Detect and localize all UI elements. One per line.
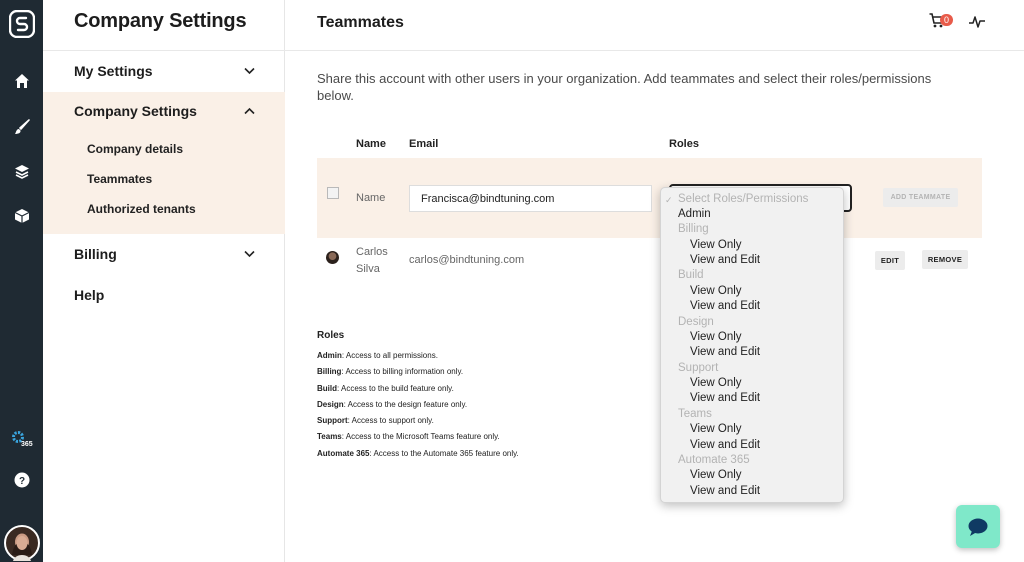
header-divider bbox=[285, 50, 1024, 51]
role-name: Teams bbox=[317, 432, 342, 442]
dropdown-group-design: Design bbox=[678, 316, 714, 328]
column-header-roles: Roles bbox=[669, 138, 699, 150]
layers-icon[interactable] bbox=[0, 164, 43, 180]
role-description: : Access to the design feature only. bbox=[343, 399, 468, 409]
teammate-email: carlos@bindtuning.com bbox=[409, 254, 525, 266]
sidebar-item-billing[interactable]: Billing bbox=[43, 243, 285, 265]
sidebar-subitem-teammates[interactable]: Teammates bbox=[87, 172, 152, 186]
broken-image-icon bbox=[327, 187, 339, 199]
sidebar-item-company-settings[interactable]: Company Settings bbox=[43, 100, 285, 122]
dropdown-group-teams: Teams bbox=[678, 408, 712, 420]
roles-legend-item: Automate 365: Access to the Automate 365… bbox=[317, 446, 519, 462]
sidebar-item-label: Help bbox=[74, 287, 105, 303]
sidebar-subitem-authorized-tenants[interactable]: Authorized tenants bbox=[87, 202, 196, 216]
dropdown-group-support: Support bbox=[678, 362, 719, 374]
roles-legend-item: Admin: Access to all permissions. bbox=[317, 348, 519, 364]
dropdown-option-design-edit[interactable]: View and Edit bbox=[690, 346, 760, 358]
roles-legend-item: Billing: Access to billing information o… bbox=[317, 364, 519, 380]
role-description: : Access to all permissions. bbox=[341, 351, 438, 360]
sidebar-item-help[interactable]: Help bbox=[43, 284, 285, 306]
svg-text:?: ? bbox=[18, 476, 24, 487]
role-name: Automate 365 bbox=[317, 448, 370, 458]
roles-legend-item: Support: Access to support only. bbox=[317, 413, 519, 429]
dropdown-option-admin[interactable]: Admin bbox=[678, 208, 711, 220]
cube-icon[interactable] bbox=[0, 208, 43, 224]
roles-legend-title: Roles bbox=[317, 330, 345, 341]
chevron-up-icon bbox=[244, 107, 255, 115]
sidebar-item-label: My Settings bbox=[74, 63, 153, 79]
dropdown-group-automate-365: Automate 365 bbox=[678, 454, 750, 466]
user-avatar[interactable] bbox=[0, 525, 43, 561]
dropdown-option-design-view[interactable]: View Only bbox=[690, 331, 742, 343]
column-header-email: Email bbox=[409, 138, 439, 150]
remove-button[interactable]: REMOVE bbox=[922, 250, 968, 269]
sidebar-item-my-settings[interactable]: My Settings bbox=[43, 60, 285, 82]
dropdown-option-automate-edit[interactable]: View and Edit bbox=[690, 485, 760, 497]
sidebar-item-label: Company Settings bbox=[74, 103, 197, 119]
sidebar-divider bbox=[43, 50, 285, 51]
roles-dropdown-menu: ✓ Select Roles/Permissions Admin Billing… bbox=[660, 187, 844, 503]
roles-legend-item: Teams: Access to the Microsoft Teams fea… bbox=[317, 429, 519, 445]
dropdown-option-teams-edit[interactable]: View and Edit bbox=[690, 439, 760, 451]
add-teammate-button[interactable]: ADD TEAMMATE bbox=[883, 188, 958, 207]
home-icon[interactable] bbox=[0, 73, 43, 89]
gear-365-icon[interactable]: 365 bbox=[0, 429, 43, 447]
chat-bubble-icon bbox=[968, 518, 988, 536]
sidebar-subitem-company-details[interactable]: Company details bbox=[87, 142, 183, 156]
role-description: : Access to the Automate 365 feature onl… bbox=[369, 448, 519, 458]
role-name: Admin bbox=[317, 351, 342, 360]
role-name: Billing bbox=[317, 367, 342, 377]
activity-icon[interactable] bbox=[968, 14, 986, 30]
intro-text: Share this account with other users in y… bbox=[317, 71, 932, 103]
company-settings-section: Company Settings Company details Teammat… bbox=[43, 92, 285, 234]
sidebar-item-label: Billing bbox=[74, 246, 117, 262]
cart-count-badge: 0 bbox=[940, 14, 953, 26]
chevron-down-icon bbox=[244, 67, 255, 75]
new-teammate-name: Name bbox=[356, 192, 386, 204]
dropdown-option-teams-view[interactable]: View Only bbox=[690, 423, 742, 435]
dropdown-group-billing: Billing bbox=[678, 223, 709, 235]
role-name: Design bbox=[317, 399, 344, 409]
role-name: Support bbox=[317, 416, 348, 426]
role-description: : Access to the build feature only. bbox=[337, 383, 454, 393]
settings-sidebar: Company Settings My Settings Company Set… bbox=[43, 0, 285, 562]
roles-legend: Roles Admin: Access to all permissions. … bbox=[317, 330, 519, 462]
svg-text:365: 365 bbox=[21, 441, 33, 447]
dropdown-option-billing-edit[interactable]: View and Edit bbox=[690, 254, 760, 266]
edit-button[interactable]: EDIT bbox=[875, 251, 905, 270]
dropdown-option-automate-view[interactable]: View Only bbox=[690, 469, 742, 481]
sidebar-title: Company Settings bbox=[74, 10, 247, 32]
chevron-down-icon bbox=[244, 250, 255, 258]
icon-rail: 365 ? bbox=[0, 0, 43, 562]
dropdown-group-build: Build bbox=[678, 269, 704, 281]
checkmark-icon: ✓ bbox=[665, 195, 673, 205]
role-description: : Access to support only. bbox=[347, 416, 434, 426]
roles-legend-item: Build: Access to the build feature only. bbox=[317, 381, 519, 397]
help-icon[interactable]: ? bbox=[0, 472, 43, 488]
dropdown-option-support-edit[interactable]: View and Edit bbox=[690, 392, 760, 404]
dropdown-option-support-view[interactable]: View Only bbox=[690, 377, 742, 389]
role-description: : Access to the Microsoft Teams feature … bbox=[341, 432, 500, 442]
roles-legend-item: Design: Access to the design feature onl… bbox=[317, 397, 519, 413]
dropdown-option-build-edit[interactable]: View and Edit bbox=[690, 300, 760, 312]
chat-button[interactable] bbox=[956, 505, 1000, 548]
role-description: : Access to billing information only. bbox=[341, 367, 464, 377]
teammate-name: Carlos Silva bbox=[356, 246, 388, 275]
page-title: Teammates bbox=[317, 14, 404, 31]
teammate-avatar bbox=[326, 251, 339, 264]
dropdown-placeholder[interactable]: Select Roles/Permissions bbox=[678, 193, 808, 205]
brush-icon[interactable] bbox=[0, 119, 43, 135]
dropdown-option-billing-view[interactable]: View Only bbox=[690, 239, 742, 251]
email-field[interactable] bbox=[409, 185, 652, 212]
app-logo-icon[interactable] bbox=[0, 10, 43, 38]
column-header-name: Name bbox=[356, 138, 386, 150]
role-name: Build bbox=[317, 383, 337, 393]
dropdown-option-build-view[interactable]: View Only bbox=[690, 285, 742, 297]
